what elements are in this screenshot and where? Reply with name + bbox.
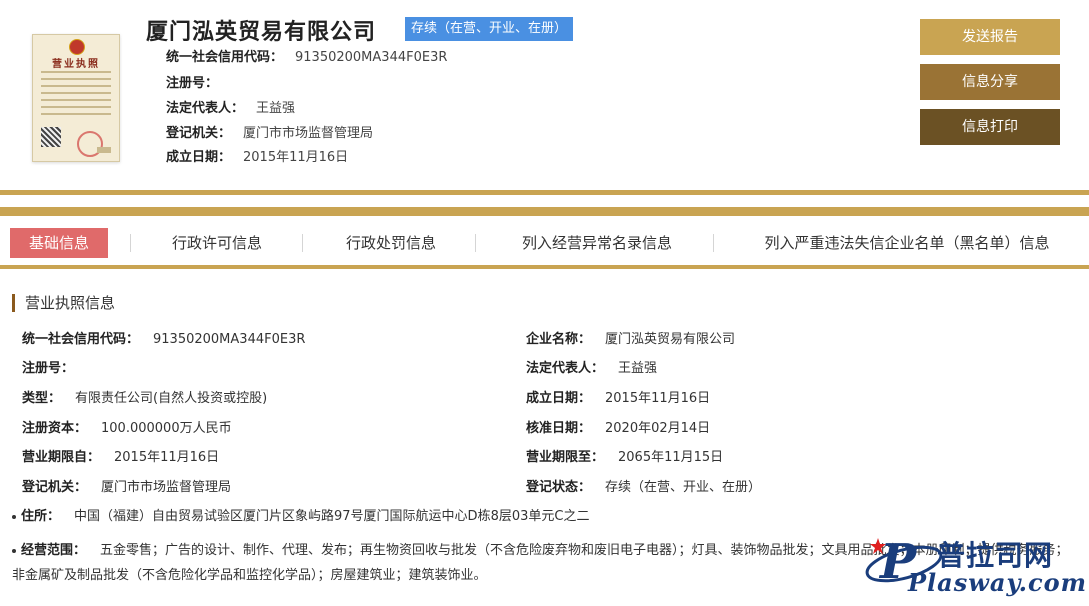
field-legal-representative: 法定代表人： 王益强 <box>526 361 658 376</box>
info-tabs: 基础信息 行政许可信息 行政处罚信息 列入经营异常名录信息 列入严重违法失信企业… <box>0 222 1089 262</box>
bullet-icon <box>12 514 16 519</box>
tab-admin-license[interactable]: 行政许可信息 <box>150 228 284 258</box>
field-registration-status: 登记状态： 存续（在营、开业、在册） <box>526 480 762 495</box>
tabs-bottom-divider <box>0 265 1089 269</box>
header-established-row: 成立日期： 2015年11月16日 <box>166 150 349 165</box>
qr-code-icon <box>41 127 61 147</box>
tab-admin-penalty[interactable]: 行政处罚信息 <box>324 228 458 258</box>
header-credit-code-row: 统一社会信用代码： 91350200MA344F0E3R <box>166 50 448 65</box>
field-approval-date: 核准日期： 2020年02月14日 <box>526 421 711 436</box>
bullet-icon <box>12 548 16 553</box>
field-registration-authority: 登记机关： 厦门市市场监督管理局 <box>22 480 232 495</box>
tab-blacklist[interactable]: 列入严重违法失信企业名单（黑名单）信息 <box>738 228 1076 258</box>
tabs-top-divider <box>0 207 1089 216</box>
field-established-date: 成立日期： 2015年11月16日 <box>526 391 711 406</box>
send-report-button[interactable]: 发送报告 <box>920 19 1060 55</box>
field-term-end: 营业期限至： 2065年11月15日 <box>526 450 724 465</box>
field-company-name: 企业名称： 厦门泓英贸易有限公司 <box>526 332 736 347</box>
field-term-start: 营业期限自： 2015年11月16日 <box>22 450 220 465</box>
header-divider <box>0 190 1089 195</box>
field-type: 类型： 有限责任公司(自然人投资或控股) <box>22 391 268 406</box>
official-seal-icon <box>77 131 103 157</box>
tab-basic-info[interactable]: 基础信息 <box>10 228 108 258</box>
field-credit-code: 统一社会信用代码： 91350200MA344F0E3R <box>22 332 306 347</box>
business-license-thumbnail[interactable]: 营业执照 <box>32 34 120 162</box>
status-badge: 存续（在营、开业、在册） <box>405 17 574 41</box>
header-reg-number-row: 注册号： <box>166 76 219 91</box>
company-name-title: 厦门泓英贸易有限公司 <box>146 20 377 45</box>
share-info-button[interactable]: 信息分享 <box>920 64 1060 100</box>
national-emblem-icon <box>69 39 85 55</box>
section-title: 营业执照信息 <box>12 294 115 312</box>
tab-abnormal-list[interactable]: 列入经营异常名录信息 <box>496 228 698 258</box>
field-reg-number: 注册号： <box>22 361 75 376</box>
header-authority-row: 登记机关： 厦门市市场监督管理局 <box>166 126 374 141</box>
field-registered-capital: 注册资本： 100.000000万人民币 <box>22 421 232 436</box>
header-legal-rep-row: 法定代表人： 王益强 <box>166 101 296 116</box>
print-info-button[interactable]: 信息打印 <box>920 109 1060 145</box>
watermark-brand-en: Plasway.com <box>908 568 1087 597</box>
plasway-watermark-logo: P 普拉司网 Plasway.com <box>862 526 1087 600</box>
field-address: 住所： 中国（福建）自由贸易试验区厦门片区象屿路97号厦门国际航运中心D栋8层03… <box>12 507 589 527</box>
license-thumb-title: 营业执照 <box>52 59 100 70</box>
